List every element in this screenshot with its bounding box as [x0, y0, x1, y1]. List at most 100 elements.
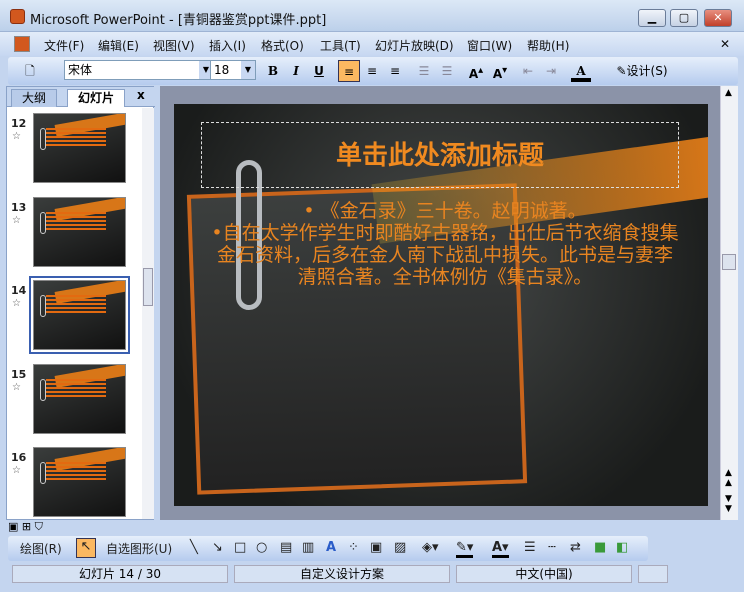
font-value: 宋体	[68, 63, 93, 77]
autoshapes-menu[interactable]: 自选图形(U)	[106, 540, 172, 557]
increase-font-button[interactable]: A▴	[466, 60, 486, 82]
slide-title-placeholder[interactable]: 单击此处添加标题	[201, 122, 679, 188]
view-buttons[interactable]: ▣ ⊞ ⛉	[8, 520, 68, 534]
font-size-value: 18	[214, 63, 230, 77]
underline-button[interactable]: U	[310, 60, 328, 82]
new-document-icon[interactable]: 🗋	[22, 60, 38, 82]
status-bar: 幻灯片 14 / 30 自定义设计方案 中文(中国)	[0, 562, 744, 586]
align-center-button[interactable]: ≡	[362, 60, 382, 82]
slides-pane: 大纲 幻灯片 x 12 ☆ 13 ☆ 14 ☆ 15 ☆ 16 ☆	[6, 86, 155, 520]
prev-slide-button[interactable]: ▲ ▲	[725, 468, 732, 488]
italic-button[interactable]: I	[287, 60, 305, 82]
slide-thumbnail[interactable]	[33, 363, 126, 434]
3d-style-icon[interactable]: ◧	[616, 540, 628, 555]
status-language: 中文(中国)	[456, 565, 632, 583]
slide-thumbnail[interactable]	[33, 447, 126, 517]
line-icon[interactable]: ╲	[190, 540, 198, 555]
arrow-style-icon[interactable]: ⇄	[570, 540, 581, 555]
menu-insert[interactable]: 插入(I)	[209, 37, 246, 54]
scroll-thumb[interactable]	[722, 254, 736, 270]
font-color-button[interactable]: A	[571, 60, 591, 82]
wordart-icon[interactable]: A	[326, 540, 336, 555]
design-label: 设计(S)	[626, 64, 668, 78]
title-bar: Microsoft PowerPoint - [青铜器鉴赏ppt课件.ppt] …	[0, 0, 744, 32]
slide-number: 14	[11, 284, 27, 297]
select-pointer-icon[interactable]: ↖	[76, 538, 96, 558]
numbering-button[interactable]: ☰	[414, 60, 434, 82]
powerpoint-icon	[10, 9, 25, 24]
bold-button[interactable]: B	[264, 60, 282, 82]
animation-star-icon: ☆	[12, 465, 21, 476]
line-color-icon[interactable]: ✎▾	[456, 540, 474, 558]
close-document-button[interactable]: ✕	[720, 37, 730, 51]
animation-star-icon: ☆	[12, 131, 21, 142]
decrease-font-button[interactable]: A▾	[490, 60, 510, 82]
menu-view[interactable]: 视图(V)	[153, 37, 195, 54]
design-button[interactable]: ✎设计(S)	[612, 60, 672, 82]
slide-thumbnail[interactable]	[29, 276, 130, 354]
scroll-up-icon[interactable]: ▲	[725, 88, 732, 98]
oval-icon[interactable]: ○	[256, 540, 267, 555]
menu-format[interactable]: 格式(O)	[261, 37, 304, 54]
bullets-button[interactable]: ☰	[437, 60, 457, 82]
slideshow-icon[interactable]: ⛉	[35, 520, 43, 533]
align-left-button[interactable]: ≡	[338, 60, 360, 82]
line-style-icon[interactable]: ☰	[524, 540, 536, 555]
formatting-toolbar: 🗋 宋体 ▼ 18 ▼ B I U ≡ ≡ ≡ ☰ ☰ A▴ A▾ ⇤ ⇥ A ✎设…	[8, 57, 738, 85]
shadow-icon[interactable]: ■	[594, 540, 606, 555]
menu-tools[interactable]: 工具(T)	[320, 37, 361, 54]
maximize-button[interactable]: ▢	[670, 9, 698, 27]
window-title: Microsoft PowerPoint - [青铜器鉴赏ppt课件.ppt]	[30, 13, 327, 28]
bullet-text: 《金石录》三十卷。赵明诚著。	[320, 200, 587, 222]
slide-canvas[interactable]: 单击此处添加标题 • 《金石录》三十卷。赵明诚著。 •自在太学作学生时即酷好古器…	[174, 104, 708, 506]
vertical-textbox-icon[interactable]: ▥	[302, 540, 314, 555]
font-select[interactable]: 宋体 ▼	[64, 60, 214, 80]
slide-scrollbar[interactable]: ▲ ▲ ▲ ▼ ▼	[720, 86, 738, 520]
textbox-icon[interactable]: ▤	[280, 540, 292, 555]
menu-edit[interactable]: 编辑(E)	[98, 37, 139, 54]
next-slide-button[interactable]: ▼ ▼	[725, 494, 732, 514]
normal-view-icon[interactable]: ▣	[8, 520, 18, 533]
slide-number: 13	[11, 200, 27, 214]
diagram-icon[interactable]: ⁘	[348, 540, 359, 555]
decrease-indent-button[interactable]: ⇤	[518, 60, 538, 82]
animation-star-icon: ☆	[12, 214, 21, 226]
pane-scrollbar[interactable]	[142, 108, 154, 519]
sorter-view-icon[interactable]: ⊞	[22, 520, 31, 533]
menu-help[interactable]: 帮助(H)	[527, 37, 569, 54]
rectangle-icon[interactable]: □	[234, 540, 246, 555]
scroll-thumb[interactable]	[143, 268, 153, 306]
bullet-item: • 《金石录》三十卷。赵明诚著。	[303, 200, 587, 222]
dash-style-icon[interactable]: ┄	[548, 540, 556, 555]
animation-star-icon: ☆	[12, 381, 21, 393]
slide-number: 16	[11, 451, 27, 464]
slide-body[interactable]: • 《金石录》三十卷。赵明诚著。 •自在太学作学生时即酷好古器铭，出仕后节衣缩食…	[210, 200, 680, 288]
tab-slides[interactable]: 幻灯片	[67, 89, 126, 107]
fill-color-icon[interactable]: ◈▾	[422, 540, 439, 555]
minimize-button[interactable]: ▁	[638, 9, 666, 27]
document-icon	[14, 36, 30, 52]
increase-indent-button[interactable]: ⇥	[541, 60, 561, 82]
arrow-icon[interactable]: ↘	[212, 540, 223, 555]
chevron-down-icon: ▼	[241, 61, 255, 79]
menu-file[interactable]: 文件(F)	[44, 37, 84, 54]
slide-number: 15	[11, 367, 27, 381]
tab-outline[interactable]: 大纲	[11, 89, 58, 107]
close-button[interactable]: ✕	[704, 9, 732, 27]
slide-thumbnail[interactable]	[33, 113, 126, 183]
menu-window[interactable]: 窗口(W)	[467, 37, 512, 54]
font-size-select[interactable]: 18 ▼	[210, 60, 256, 80]
design-icon: ✎	[616, 64, 627, 78]
clipart-icon[interactable]: ▣	[370, 540, 382, 555]
status-empty	[638, 565, 668, 583]
align-right-button[interactable]: ≡	[385, 60, 405, 82]
drawing-toolbar: 绘图(R) ↖ 自选图形(U) ╲ ↘ □ ○ ▤ ▥ A ⁘ ▣ ▨ ◈▾ ✎…	[8, 536, 648, 561]
slide-thumbnail[interactable]	[33, 196, 126, 267]
font-color-icon[interactable]: A▾	[492, 540, 509, 558]
pane-close-button[interactable]: x	[137, 88, 145, 102]
draw-menu[interactable]: 绘图(R)	[20, 540, 62, 557]
menu-bar: 文件(F) 编辑(E) 视图(V) 插入(I) 格式(O) 工具(T) 幻灯片放…	[0, 32, 744, 56]
picture-icon[interactable]: ▨	[394, 540, 406, 555]
bullet-item: •自在太学作学生时即酷好古器铭，出仕后节衣缩食搜集金石资料，后多在金人南下战乱中…	[211, 222, 679, 288]
menu-slideshow[interactable]: 幻灯片放映(D)	[375, 37, 454, 54]
